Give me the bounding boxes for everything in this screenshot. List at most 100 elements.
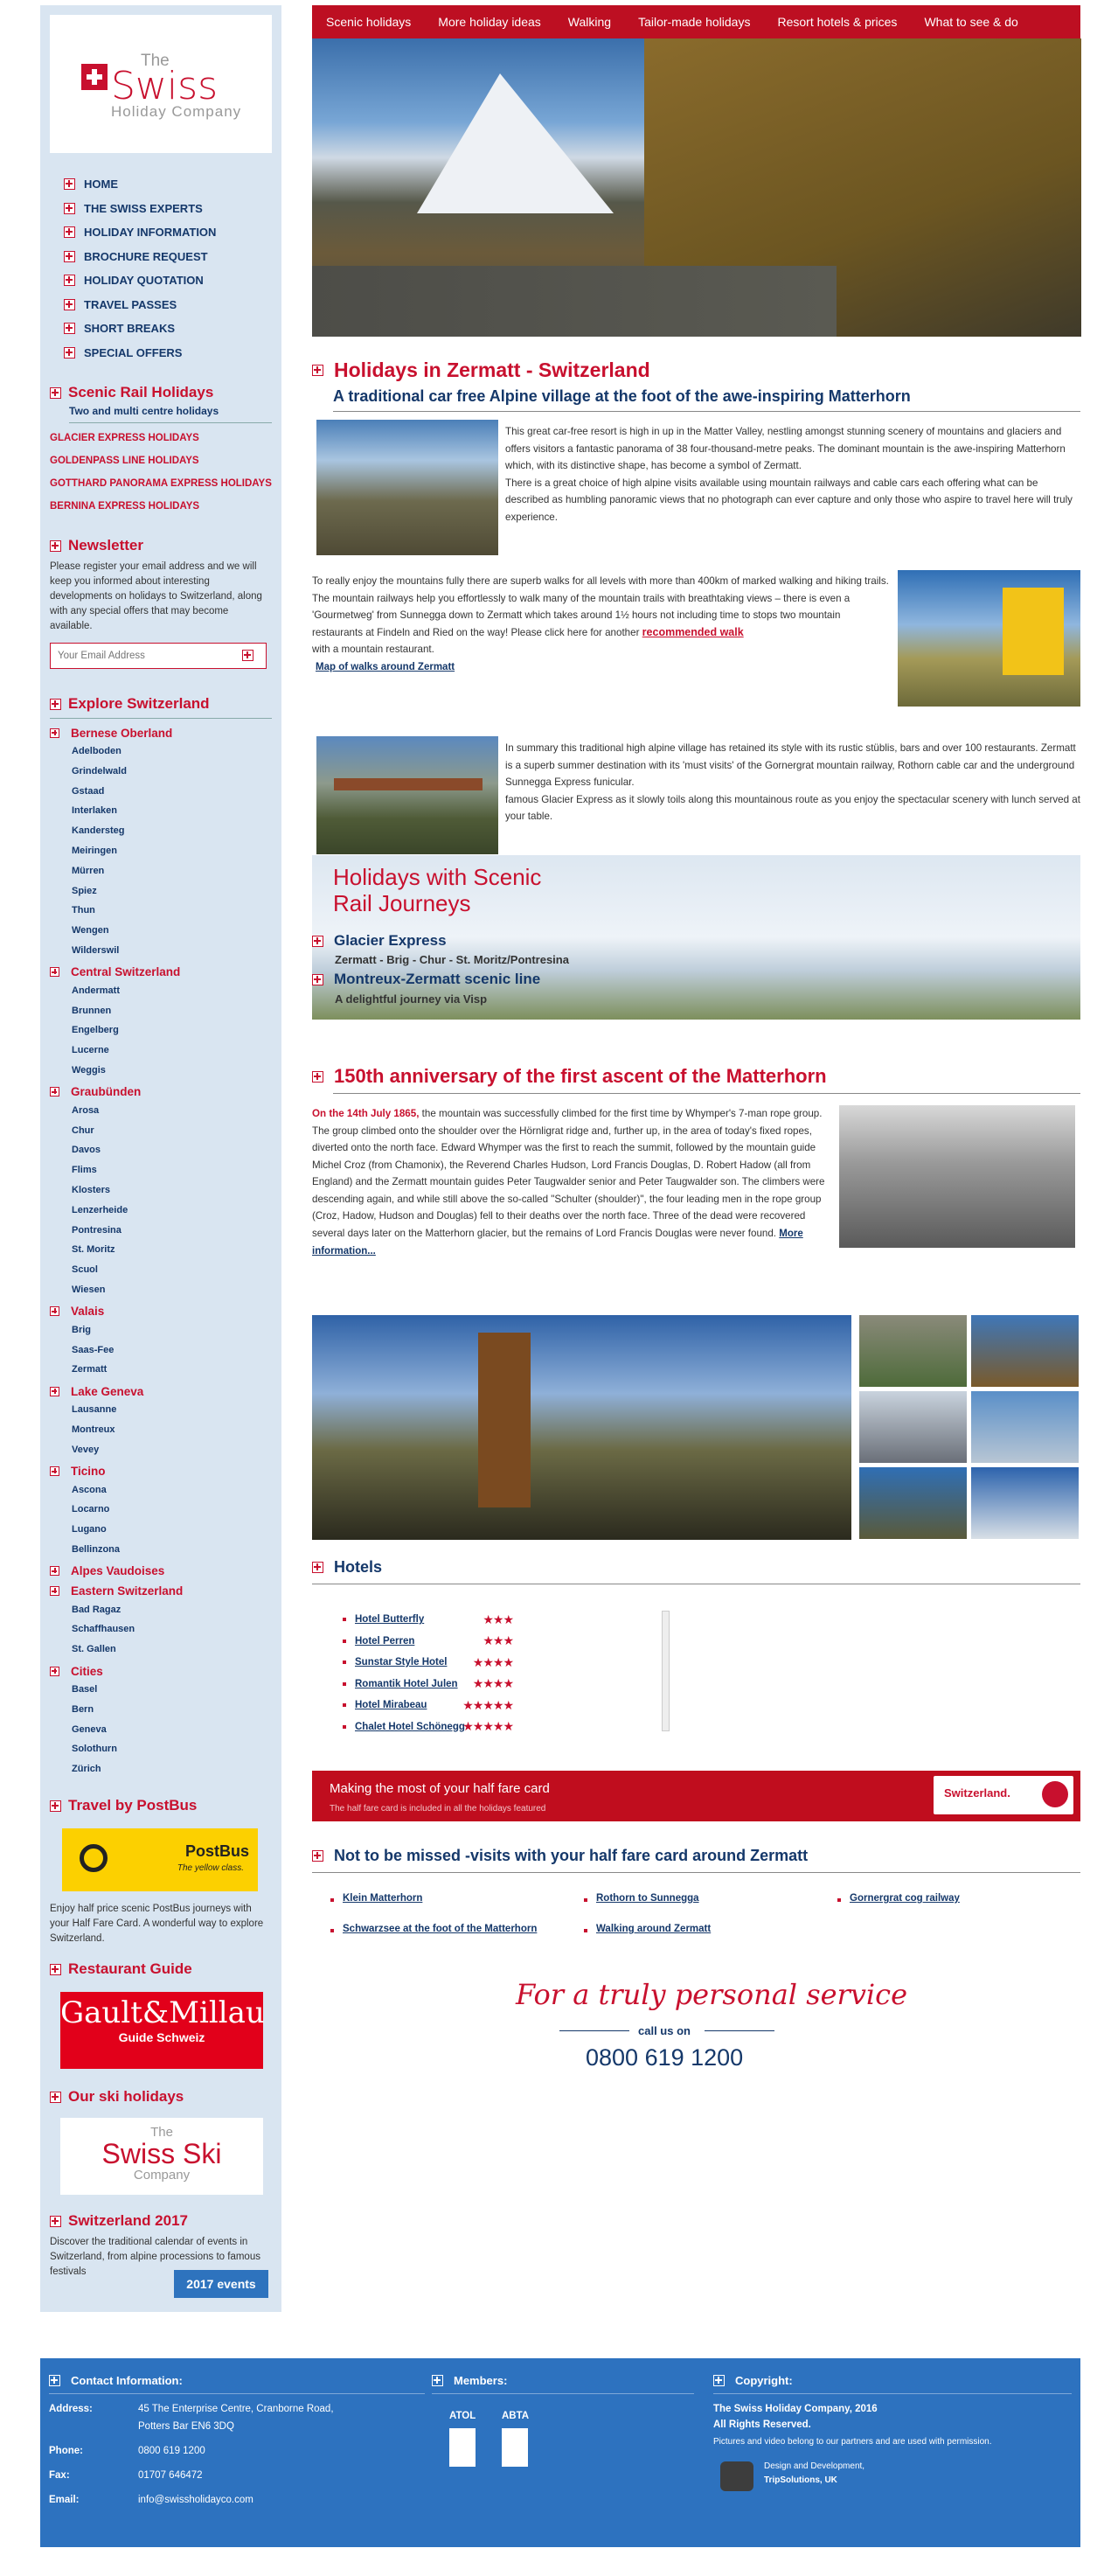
- hotel-link[interactable]: Sunstar Style Hotel: [355, 1657, 447, 1667]
- scenic-rail-link[interactable]: BERNINA EXPRESS HOLIDAYS: [50, 499, 272, 514]
- town-link[interactable]: St. Gallen: [72, 1640, 272, 1660]
- site-logo[interactable]: The Swiss Holiday Company: [50, 15, 272, 153]
- not-missed-link[interactable]: Walking around Zermatt: [596, 1924, 711, 1934]
- nav-item[interactable]: Scenic holidays: [326, 15, 411, 29]
- town-link[interactable]: Brunnen: [72, 1001, 272, 1021]
- region-heading[interactable]: Valais: [50, 1303, 272, 1320]
- recommended-walk-link[interactable]: recommended walk: [642, 626, 744, 638]
- town-link[interactable]: Spiez: [72, 881, 272, 902]
- town-link[interactable]: Chur: [72, 1121, 272, 1141]
- menu-item[interactable]: TRAVEL PASSES: [64, 293, 272, 317]
- town-link[interactable]: Kandersteg: [72, 821, 272, 841]
- gallery-main-image[interactable]: [312, 1315, 851, 1540]
- hotel-row[interactable]: Hotel Butterfly ★★★: [343, 1609, 514, 1631]
- region-heading[interactable]: Bernese Oberland: [50, 724, 272, 741]
- menu-item[interactable]: BROCHURE REQUEST: [64, 245, 272, 269]
- town-link[interactable]: Solothurn: [72, 1739, 272, 1759]
- nav-item[interactable]: What to see & do: [924, 15, 1017, 29]
- town-link[interactable]: Schaffhausen: [72, 1619, 272, 1640]
- hotel-link[interactable]: Hotel Mirabeau: [355, 1700, 427, 1710]
- gallery-thumbnail[interactable]: [859, 1391, 967, 1463]
- hotel-list-scrollbar[interactable]: [662, 1611, 670, 1731]
- town-link[interactable]: Lenzerheide: [72, 1201, 272, 1221]
- gallery-thumbnail[interactable]: [971, 1467, 1079, 1539]
- scenic-rail-link[interactable]: GOTTHARD PANORAMA EXPRESS HOLIDAYS: [50, 477, 272, 491]
- town-link[interactable]: Meiringen: [72, 841, 272, 861]
- half-fare-banner[interactable]: Making the most of your half fare card T…: [312, 1771, 1080, 1821]
- town-link[interactable]: Bellinzona: [72, 1540, 272, 1560]
- scenic-rail-banner[interactable]: Holidays with Scenic Rail Journeys Glacie…: [312, 855, 1080, 1020]
- menu-item[interactable]: HOME: [64, 172, 272, 197]
- town-link[interactable]: Ascona: [72, 1480, 272, 1500]
- region-heading[interactable]: Graubünden: [50, 1083, 272, 1101]
- town-link[interactable]: Geneva: [72, 1720, 272, 1740]
- region-heading[interactable]: Ticino: [50, 1463, 272, 1480]
- region-heading[interactable]: Eastern Switzerland: [50, 1583, 272, 1600]
- glacier-express-link[interactable]: Glacier Express: [312, 932, 447, 950]
- town-link[interactable]: Davos: [72, 1140, 272, 1160]
- menu-item[interactable]: HOLIDAY QUOTATION: [64, 268, 272, 293]
- nav-item[interactable]: Resort hotels & prices: [777, 15, 897, 29]
- walks-map-link[interactable]: Map of walks around Zermatt: [316, 662, 455, 672]
- town-link[interactable]: Thun: [72, 901, 272, 921]
- town-link[interactable]: Locarno: [72, 1500, 272, 1520]
- town-link[interactable]: Klosters: [72, 1180, 272, 1201]
- footer-email[interactable]: info@swissholidayco.com: [138, 2495, 253, 2505]
- town-link[interactable]: Interlaken: [72, 801, 272, 821]
- menu-item[interactable]: HOLIDAY INFORMATION: [64, 220, 272, 245]
- footer-phone[interactable]: 0800 619 1200: [138, 2446, 205, 2456]
- town-link[interactable]: Scuol: [72, 1260, 272, 1280]
- gallery-thumbnail[interactable]: [971, 1315, 1079, 1387]
- town-link[interactable]: Lucerne: [72, 1041, 272, 1061]
- town-link[interactable]: Mürren: [72, 861, 272, 881]
- phone-number[interactable]: 0800 619 1200: [586, 2044, 743, 2071]
- town-link[interactable]: Adelboden: [72, 741, 272, 762]
- menu-item[interactable]: SPECIAL OFFERS: [64, 341, 272, 366]
- town-link[interactable]: Gstaad: [72, 782, 272, 802]
- town-link[interactable]: Weggis: [72, 1061, 272, 1081]
- gallery-thumbnail[interactable]: [859, 1467, 967, 1539]
- town-link[interactable]: Zürich: [72, 1759, 272, 1779]
- hotel-row[interactable]: Romantik Hotel Julen ★★★★: [343, 1674, 514, 1695]
- nav-item[interactable]: Tailor-made holidays: [638, 15, 750, 29]
- town-link[interactable]: Zermatt: [72, 1360, 272, 1380]
- nav-item[interactable]: More holiday ideas: [438, 15, 541, 29]
- nav-item[interactable]: Walking: [568, 15, 611, 29]
- not-missed-link[interactable]: Schwarzsee at the foot of the Matterhorn: [343, 1924, 537, 1934]
- scenic-rail-link[interactable]: GLACIER EXPRESS HOLIDAYS: [50, 431, 272, 446]
- gault-millau-logo[interactable]: Gault&Millau Guide Schweiz: [60, 1992, 265, 2070]
- montreux-zermatt-link[interactable]: Montreux-Zermatt scenic line: [312, 971, 540, 988]
- town-link[interactable]: Brig: [72, 1320, 272, 1340]
- events-button[interactable]: 2017 events: [174, 2270, 268, 2298]
- town-link[interactable]: Grindelwald: [72, 762, 272, 782]
- region-heading[interactable]: Lake Geneva: [50, 1382, 272, 1400]
- town-link[interactable]: Arosa: [72, 1101, 272, 1121]
- design-line2[interactable]: TripSolutions, UK: [764, 2475, 837, 2485]
- town-link[interactable]: Wiesen: [72, 1280, 272, 1300]
- not-missed-link[interactable]: Klein Matterhorn: [343, 1893, 422, 1904]
- region-heading[interactable]: Alpes Vaudoises: [50, 1563, 272, 1580]
- menu-item[interactable]: THE SWISS EXPERTS: [64, 197, 272, 221]
- gallery-thumbnail[interactable]: [859, 1315, 967, 1387]
- not-missed-link[interactable]: Gornergrat cog railway: [850, 1893, 960, 1904]
- submit-plus-icon[interactable]: [242, 650, 253, 661]
- hotel-row[interactable]: Chalet Hotel Schönegg ★★★★★: [343, 1716, 514, 1738]
- not-missed-link[interactable]: Rothorn to Sunnegga: [596, 1893, 699, 1904]
- scenic-rail-link[interactable]: GOLDENPASS LINE HOLIDAYS: [50, 454, 272, 469]
- menu-item[interactable]: SHORT BREAKS: [64, 317, 272, 341]
- town-link[interactable]: Basel: [72, 1680, 272, 1700]
- town-link[interactable]: Flims: [72, 1160, 272, 1180]
- hotel-link[interactable]: Chalet Hotel Schönegg: [355, 1722, 465, 1732]
- gallery-thumbnail[interactable]: [971, 1391, 1079, 1463]
- town-link[interactable]: Vevey: [72, 1440, 272, 1460]
- region-heading[interactable]: Cities: [50, 1662, 272, 1680]
- town-link[interactable]: Lugano: [72, 1520, 272, 1540]
- hotel-row[interactable]: Hotel Perren ★★★: [343, 1631, 514, 1653]
- town-link[interactable]: Pontresina: [72, 1221, 272, 1241]
- hotel-link[interactable]: Hotel Perren: [355, 1636, 414, 1647]
- email-input[interactable]: [58, 644, 233, 667]
- town-link[interactable]: Wengen: [72, 921, 272, 941]
- region-heading[interactable]: Central Switzerland: [50, 964, 272, 981]
- town-link[interactable]: Bern: [72, 1700, 272, 1720]
- hotel-link[interactable]: Hotel Butterfly: [355, 1614, 424, 1625]
